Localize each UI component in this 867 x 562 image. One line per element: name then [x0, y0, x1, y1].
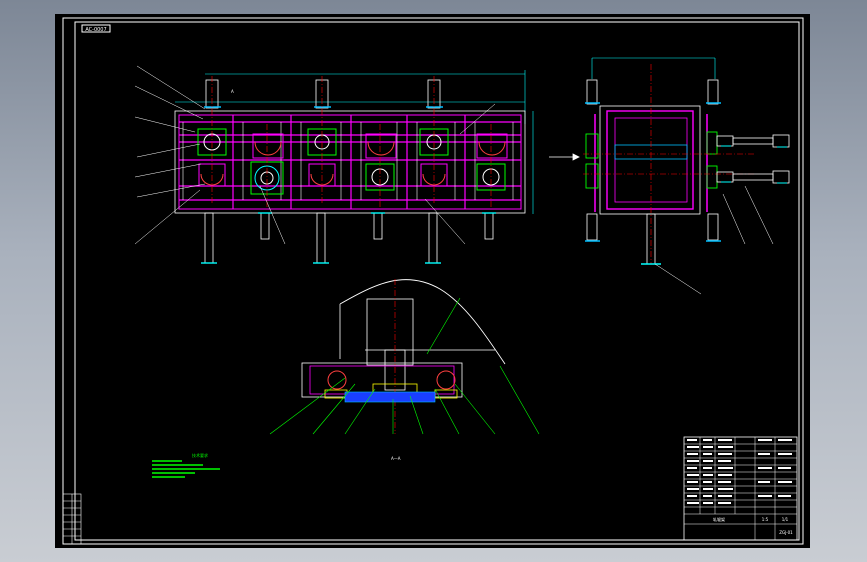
sheet-number: 1/1 [782, 517, 789, 522]
sheet-code-label: AC-0007 [85, 27, 106, 33]
drawing-number: ZGJ-01 [779, 530, 793, 535]
sheet-code-box: AC-0007 [81, 24, 111, 33]
side-view [583, 57, 790, 295]
scale-value: 1:5 [762, 517, 769, 522]
sheet-inner-border [74, 21, 800, 541]
front-view: A [134, 65, 534, 264]
view-direction-arrow [549, 153, 580, 161]
front-view-tag: A [231, 89, 234, 94]
notes-title: 技术要求 [192, 452, 208, 458]
cad-viewport[interactable]: AC-0007 A A—A 技术要求 轧辊架 1:5 1/1 ZGJ-01 [55, 14, 810, 548]
technical-notes: 技术要求 [152, 452, 220, 478]
section-label: A—A [391, 456, 401, 461]
drawing-name: 轧辊架 [713, 516, 725, 522]
revision-column [62, 493, 82, 545]
cad-drawing-canvas[interactable]: AC-0007 A A—A 技术要求 轧辊架 1:5 1/1 ZGJ-01 [55, 14, 810, 548]
section-detail: A—A [269, 279, 540, 461]
title-block: 轧辊架 1:5 1/1 ZGJ-01 [683, 436, 798, 541]
